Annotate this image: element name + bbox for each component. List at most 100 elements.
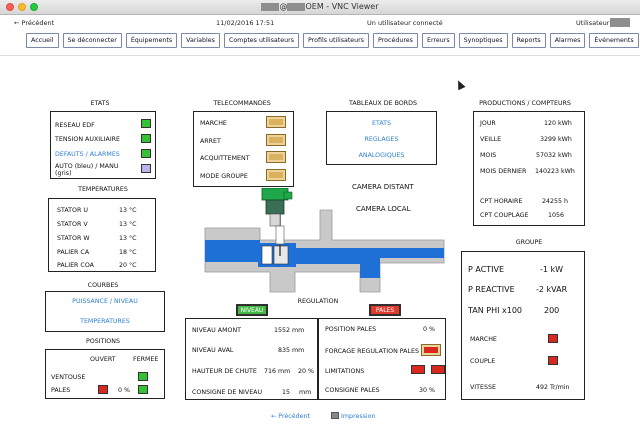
- tableaux-panel: ETATS REGLAGES ANALOGIQUES: [326, 111, 437, 165]
- tableaux-title: TABLEAUX DE BORDS: [349, 100, 417, 107]
- print-link[interactable]: Impression: [341, 413, 375, 420]
- couple-indicator: [548, 356, 558, 365]
- nav-accueil[interactable]: Accueil: [26, 33, 59, 48]
- prod-label: JOUR: [480, 120, 496, 127]
- courbes-title: COURBES: [87, 282, 119, 289]
- limitation-indicator: [431, 365, 445, 374]
- reg-label: POSITION PALES: [325, 326, 377, 333]
- tableau-etats-link[interactable]: ETATS: [327, 120, 436, 127]
- tableau-reglages-link[interactable]: REGLAGES: [327, 136, 436, 143]
- telecommandes-panel: MARCHE ARRET ACQUITTEMENT MODE GROUPE: [193, 111, 294, 187]
- redacted-block: [610, 18, 630, 27]
- pales-label: PALES: [51, 387, 71, 394]
- temperatures-panel: STATOR U 13 °C STATOR V 13 °C STATOR W 1…: [48, 198, 156, 272]
- marche-button[interactable]: [266, 116, 286, 128]
- status-indicator: [141, 134, 151, 143]
- temp-label: PALIER CA: [57, 249, 90, 256]
- col-ouvert: OUVERT: [90, 356, 116, 363]
- footer-back-link[interactable]: ← Précédent: [271, 413, 310, 420]
- prod-value: 1056: [548, 212, 565, 219]
- reg-label: CONSIGNE DE NIVEAU: [192, 389, 263, 396]
- groupe-value: 200: [544, 306, 560, 315]
- nav-erreurs[interactable]: Erreurs: [421, 33, 455, 48]
- prod-value: 120 kWh: [544, 120, 572, 127]
- divider: [0, 55, 640, 56]
- groupe-panel: P ACTIVE -1 kW P REACTIVE -2 kVAR TAN PH…: [461, 251, 585, 400]
- marche-label: MARCHE: [470, 336, 497, 343]
- productions-panel: JOUR 120 kWh VEILLE 3299 kWh MOIS 57032 …: [473, 111, 585, 226]
- temperatures-title: TEMPERATURES: [78, 186, 128, 193]
- vitesse-value: 492 Tr/min: [536, 384, 570, 391]
- back-link[interactable]: ← Précédent: [14, 19, 54, 27]
- reg-label: NIVEAU AMONT: [192, 327, 242, 334]
- temp-label: STATOR W: [57, 235, 90, 242]
- reg-label: NIVEAU AVAL: [192, 347, 234, 354]
- courbe-temperatures-link[interactable]: TEMPERATURES: [46, 318, 164, 325]
- nav-comptes[interactable]: Comptes utilisateurs: [223, 33, 299, 48]
- cmd-label: ARRET: [200, 138, 221, 145]
- arret-button[interactable]: [266, 134, 286, 146]
- consigne-pales-value[interactable]: 30 %: [419, 387, 435, 394]
- etats-title: ETATS: [90, 100, 110, 107]
- temp-value: 13 °C: [119, 207, 137, 214]
- nav-procedures[interactable]: Procédures: [373, 33, 418, 48]
- reg-label: LIMITATIONS: [325, 368, 365, 375]
- defauts-link[interactable]: DEFAUTS / ALARMES: [55, 151, 120, 158]
- status-indicator: [98, 385, 108, 394]
- mouse-cursor-icon: [454, 78, 466, 91]
- prod-label: CPT COUPLAGE: [480, 212, 529, 219]
- forcage-regulation-button[interactable]: [421, 344, 441, 356]
- cmd-label: MARCHE: [200, 120, 227, 127]
- prod-value: 24255 h: [542, 198, 569, 205]
- couple-label: COUPLE: [470, 358, 496, 365]
- telecommandes-title: TELECOMMANDES: [213, 100, 271, 107]
- groupe-label: P ACTIVE: [468, 265, 505, 274]
- acquittement-button[interactable]: [266, 151, 286, 163]
- prod-value: 140223 kWh: [535, 168, 575, 175]
- vitesse-label: VITESSE: [470, 384, 496, 391]
- regulation-pales-panel: POSITION PALES 0 % FORCAGE REGULATION PA…: [318, 318, 446, 400]
- positions-panel: OUVERT FERMEE VENTOUSE PALES 0 %: [45, 349, 165, 399]
- status-indicator: [141, 119, 151, 128]
- niveau-mode-button[interactable]: NIVEAU: [236, 304, 268, 316]
- user-label: Utilisateur:: [576, 19, 612, 27]
- status-indicator: [138, 372, 148, 381]
- turbine-synoptic: [204, 188, 445, 293]
- groupe-title: GROUPE: [515, 239, 543, 246]
- reg-value: 0 %: [423, 326, 435, 333]
- reg-value: 835 mm: [278, 347, 305, 354]
- temp-value: 20 °C: [119, 262, 137, 269]
- reg-extra: mm: [299, 389, 312, 396]
- reg-value: 1552 mm: [274, 327, 305, 334]
- status-indicator: [141, 149, 151, 158]
- cmd-label: MODE GROUPE: [200, 173, 248, 180]
- prod-value: 3299 kWh: [540, 136, 572, 143]
- marche-indicator: [548, 334, 558, 343]
- nav-profils[interactable]: Profils utilisateurs: [303, 33, 370, 48]
- nav-reports[interactable]: Reports: [511, 33, 546, 48]
- etats-label: RESEAU EDF: [55, 122, 95, 129]
- nav-alarmes[interactable]: Alarmes: [549, 33, 586, 48]
- tableau-analogiques-link[interactable]: ANALOGIQUES: [327, 152, 436, 159]
- pales-mode-button[interactable]: PALES: [369, 304, 401, 316]
- etats-label: AUTO (bleu) / MANU (gris): [55, 163, 119, 177]
- reg-label: CONSIGNE PALES: [325, 387, 380, 394]
- nav-synoptiques[interactable]: Synoptiques: [458, 33, 508, 48]
- cmd-label: ACQUITTEMENT: [200, 155, 250, 162]
- consigne-niveau-value[interactable]: 15: [282, 389, 290, 396]
- nav-deconnecter[interactable]: Se déconnecter: [62, 33, 122, 48]
- prod-label: MOIS DERNIER: [480, 168, 527, 175]
- courbe-puissance-link[interactable]: PUISSANCE / NIVEAU: [46, 298, 164, 305]
- nav-equipements[interactable]: Équipements: [125, 33, 178, 48]
- prod-value: 57032 kWh: [536, 152, 572, 159]
- groupe-value: -1 kW: [540, 265, 564, 274]
- nav-evenements[interactable]: Événements: [589, 33, 639, 48]
- temp-value: 18 °C: [119, 249, 137, 256]
- groupe-label: TAN PHI x100: [468, 306, 523, 315]
- redacted-block: [287, 2, 306, 11]
- main-nav: Accueil Se déconnecter Équipements Varia…: [26, 33, 639, 48]
- etats-panel: RESEAU EDF TENSION AUXILIAIRE DEFAUTS / …: [50, 111, 156, 179]
- nav-variables[interactable]: Variables: [181, 33, 220, 48]
- mode-groupe-button[interactable]: [266, 169, 286, 181]
- reg-extra: 20 %: [298, 368, 314, 375]
